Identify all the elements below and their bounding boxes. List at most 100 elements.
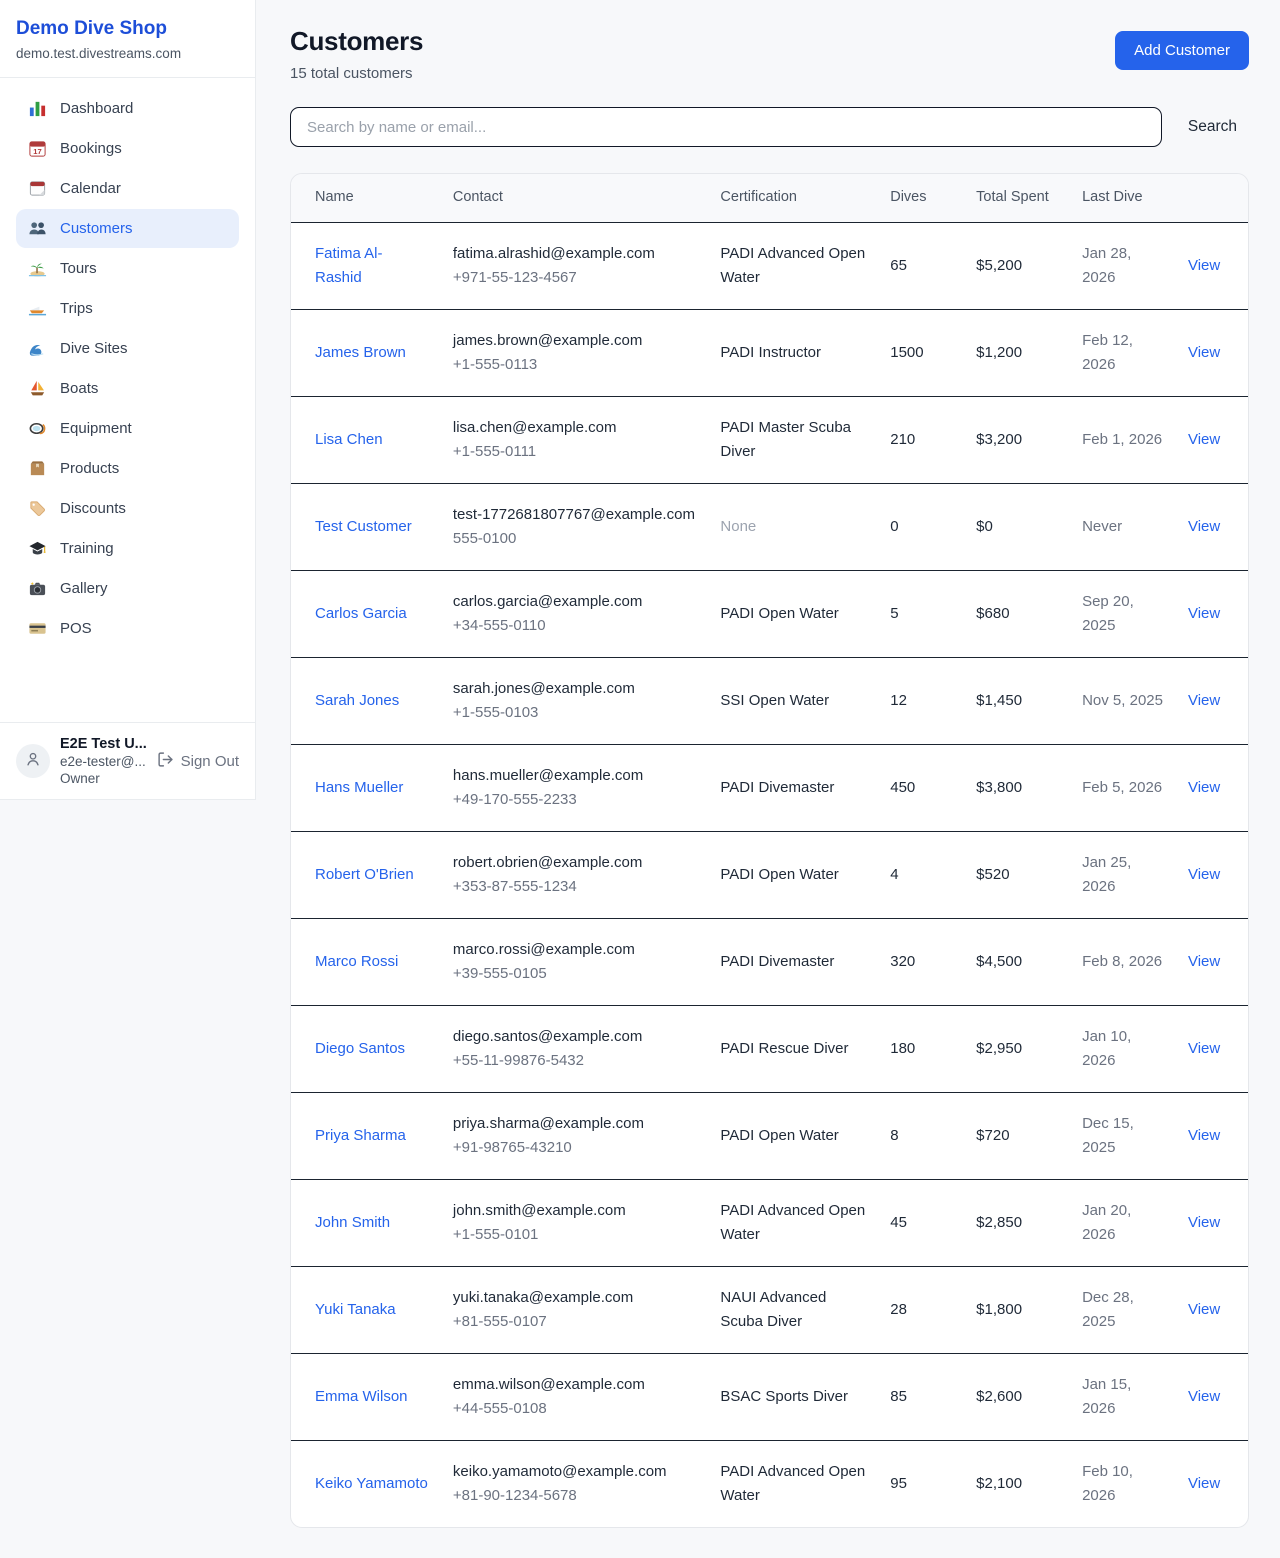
customer-name-link[interactable]: Sarah Jones	[315, 689, 399, 713]
sidebar-item-equipment[interactable]: Equipment	[16, 409, 239, 448]
customer-name-link[interactable]: John Smith	[315, 1211, 390, 1235]
sidebar-item-calendar[interactable]: Calendar	[16, 169, 239, 208]
customer-email: keiko.yamamoto@example.com	[453, 1460, 697, 1484]
sidebar-item-training[interactable]: Training	[16, 529, 239, 568]
speedboat-icon	[28, 299, 47, 318]
view-link[interactable]: View	[1188, 344, 1220, 361]
wave-icon	[28, 339, 47, 358]
page-title: Customers	[290, 26, 423, 57]
customer-total-spent: $680	[976, 605, 1009, 622]
customer-last-dive: Jan 28, 2026	[1082, 245, 1131, 286]
customer-name-link[interactable]: Hans Mueller	[315, 776, 403, 800]
customer-name-link[interactable]: Diego Santos	[315, 1037, 405, 1061]
tag-icon	[28, 499, 47, 518]
customer-dives: 85	[890, 1388, 907, 1405]
avatar	[16, 744, 50, 778]
sidebar-item-label: Dive Sites	[60, 340, 128, 357]
customer-total-spent: $1,450	[976, 692, 1022, 709]
bar-chart-icon	[28, 99, 47, 118]
customer-phone: +1-555-0103	[453, 701, 697, 725]
sidebar-item-tours[interactable]: Tours	[16, 249, 239, 288]
customer-name-link[interactable]: James Brown	[315, 341, 406, 365]
view-link[interactable]: View	[1188, 1475, 1220, 1492]
customer-name-link[interactable]: Carlos Garcia	[315, 602, 407, 626]
customer-name-link[interactable]: Yuki Tanaka	[315, 1298, 396, 1322]
customer-last-dive: Jan 20, 2026	[1082, 1202, 1131, 1243]
customer-name-link[interactable]: Lisa Chen	[315, 428, 383, 452]
sidebar-item-dashboard[interactable]: Dashboard	[16, 89, 239, 128]
sidebar-item-label: Equipment	[60, 420, 132, 437]
view-link[interactable]: View	[1188, 1040, 1220, 1057]
customer-email: hans.mueller@example.com	[453, 764, 697, 788]
sidebar-item-gallery[interactable]: Gallery	[16, 569, 239, 608]
table-body: Fatima Al-Rashid fatima.alrashid@example…	[291, 222, 1248, 1527]
sign-out-label: Sign Out	[181, 753, 239, 770]
sidebar-item-products[interactable]: Products	[16, 449, 239, 488]
sidebar-item-pos[interactable]: POS	[16, 609, 239, 648]
sidebar-item-label: POS	[60, 620, 92, 637]
customer-phone: +1-555-0113	[453, 353, 697, 377]
customer-last-dive: Jan 25, 2026	[1082, 854, 1131, 895]
view-link[interactable]: View	[1188, 431, 1220, 448]
view-link[interactable]: View	[1188, 1127, 1220, 1144]
search-button[interactable]: Search	[1188, 118, 1237, 136]
grad-cap-icon	[28, 539, 47, 558]
customer-email: robert.obrien@example.com	[453, 851, 697, 875]
sidebar-item-discounts[interactable]: Discounts	[16, 489, 239, 528]
view-link[interactable]: View	[1188, 1388, 1220, 1405]
customer-name-link[interactable]: Fatima Al-Rashid	[315, 242, 429, 290]
customer-dives: 0	[890, 518, 898, 535]
customer-name-link[interactable]: Priya Sharma	[315, 1124, 406, 1148]
customer-certification: SSI Open Water	[720, 692, 829, 709]
customer-certification: PADI Advanced Open Water	[720, 1463, 865, 1504]
customer-total-spent: $5,200	[976, 257, 1022, 274]
column-header-certification: Certification	[708, 174, 878, 222]
view-link[interactable]: View	[1188, 779, 1220, 796]
view-link[interactable]: View	[1188, 692, 1220, 709]
column-header-name: Name	[291, 174, 441, 222]
view-link[interactable]: View	[1188, 1214, 1220, 1231]
column-header-dives: Dives	[878, 174, 964, 222]
view-link[interactable]: View	[1188, 605, 1220, 622]
sidebar-header: Demo Dive Shop demo.test.divestreams.com	[0, 0, 255, 78]
customer-certification: PADI Advanced Open Water	[720, 1202, 865, 1243]
customer-certification: PADI Open Water	[720, 605, 838, 622]
customer-phone: +91-98765-43210	[453, 1136, 697, 1160]
customer-phone: +55-11-99876-5432	[453, 1049, 697, 1073]
view-link[interactable]: View	[1188, 1301, 1220, 1318]
sidebar-item-dive-sites[interactable]: Dive Sites	[16, 329, 239, 368]
customer-name-link[interactable]: Keiko Yamamoto	[315, 1472, 428, 1496]
customer-phone: +44-555-0108	[453, 1397, 697, 1421]
sidebar-item-customers[interactable]: Customers	[16, 209, 239, 248]
customer-dives: 210	[890, 431, 915, 448]
customer-name-link[interactable]: Marco Rossi	[315, 950, 398, 974]
customer-total-spent: $0	[976, 518, 993, 535]
sidebar-nav: Dashboard 17 Bookings Calendar Customers…	[0, 78, 255, 649]
customer-name-link[interactable]: Robert O'Brien	[315, 863, 414, 887]
sign-out-button[interactable]: Sign Out	[157, 751, 239, 772]
table-row: Diego Santos diego.santos@example.com +5…	[291, 1005, 1248, 1092]
customer-phone: +81-90-1234-5678	[453, 1484, 697, 1508]
sidebar-item-label: Boats	[60, 380, 98, 397]
sidebar-item-bookings[interactable]: 17 Bookings	[16, 129, 239, 168]
sidebar-item-trips[interactable]: Trips	[16, 289, 239, 328]
dive-mask-icon	[28, 419, 47, 438]
sidebar-item-boats[interactable]: Boats	[16, 369, 239, 408]
sidebar-item-label: Trips	[60, 300, 93, 317]
customer-phone: +39-555-0105	[453, 962, 697, 986]
view-link[interactable]: View	[1188, 257, 1220, 274]
add-customer-button[interactable]: Add Customer	[1115, 31, 1249, 70]
column-header-actions	[1176, 174, 1248, 222]
svg-text:17: 17	[33, 147, 41, 156]
view-link[interactable]: View	[1188, 953, 1220, 970]
customer-total-spent: $1,200	[976, 344, 1022, 361]
customer-last-dive: Dec 28, 2025	[1082, 1289, 1134, 1330]
customer-last-dive: Jan 15, 2026	[1082, 1376, 1131, 1417]
customer-name-link[interactable]: Emma Wilson	[315, 1385, 408, 1409]
view-link[interactable]: View	[1188, 518, 1220, 535]
view-link[interactable]: View	[1188, 866, 1220, 883]
search-input[interactable]	[290, 107, 1162, 147]
table-row: Fatima Al-Rashid fatima.alrashid@example…	[291, 222, 1248, 309]
customer-name-link[interactable]: Test Customer	[315, 515, 412, 539]
people-icon	[28, 219, 47, 238]
